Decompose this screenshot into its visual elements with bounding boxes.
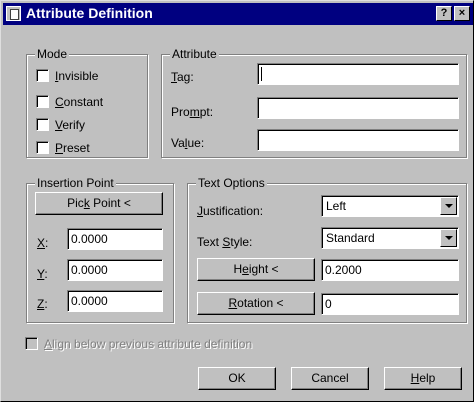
value-input[interactable] — [257, 129, 459, 151]
app-icon — [6, 6, 21, 21]
y-label: Y: — [37, 267, 48, 281]
close-button[interactable]: × — [454, 6, 470, 21]
help-title-button[interactable]: ? — [436, 6, 452, 21]
title-bar: Attribute Definition ? × — [3, 3, 473, 25]
text-style-dropdown[interactable]: Standard — [321, 227, 459, 249]
rotation-input[interactable]: 0 — [321, 293, 459, 315]
align-below-label: Align below previous attribute definitio… — [44, 337, 253, 351]
z-input[interactable]: 0.0000 — [67, 290, 163, 312]
text-style-label: Text Style: — [197, 235, 253, 249]
x-input[interactable]: 0.0000 — [67, 228, 163, 250]
dialog-title: Attribute Definition — [26, 5, 153, 21]
x-label: X: — [37, 236, 49, 250]
height-input[interactable]: 0.2000 — [321, 259, 459, 281]
justification-dropdown[interactable]: Left — [321, 195, 459, 217]
height-button[interactable]: Height < — [197, 258, 315, 281]
text-style-value: Standard — [326, 231, 375, 245]
chevron-down-icon[interactable] — [440, 197, 457, 215]
verify-checkbox[interactable] — [36, 118, 49, 131]
rotation-button[interactable]: Rotation < — [197, 292, 315, 315]
pick-point-button[interactable]: Pick Point < — [35, 192, 163, 215]
tag-input[interactable] — [257, 63, 459, 85]
constant-label: Constant — [55, 95, 104, 109]
justification-label: Justification: — [197, 204, 264, 218]
chevron-down-icon[interactable] — [440, 229, 457, 247]
align-below-checkbox[interactable] — [25, 337, 38, 350]
attribute-definition-dialog: Attribute Definition ? × Mode Invisible … — [0, 0, 474, 402]
text-options-legend: Text Options — [196, 176, 267, 190]
mode-legend: Mode — [35, 47, 70, 61]
attribute-legend: Attribute — [170, 47, 219, 61]
prompt-input[interactable] — [257, 97, 459, 119]
cancel-button[interactable]: Cancel — [291, 367, 369, 390]
invisible-label: Invisible — [55, 69, 99, 83]
prompt-label: Prompt: — [171, 105, 214, 119]
invisible-checkbox[interactable] — [36, 69, 49, 82]
help-button[interactable]: Help — [384, 367, 462, 390]
preset-checkbox[interactable] — [36, 141, 49, 154]
text-cursor — [261, 67, 262, 81]
y-input[interactable]: 0.0000 — [67, 259, 163, 281]
constant-checkbox[interactable] — [36, 95, 49, 108]
value-label: Value: — [171, 136, 205, 150]
tag-label: Tag: — [171, 70, 194, 84]
z-label: Z: — [37, 297, 48, 311]
justification-value: Left — [326, 199, 347, 213]
verify-label: Verify — [55, 118, 86, 132]
preset-label: Preset — [55, 141, 90, 155]
insertion-point-legend: Insertion Point — [35, 176, 116, 190]
ok-button[interactable]: OK — [198, 367, 276, 390]
